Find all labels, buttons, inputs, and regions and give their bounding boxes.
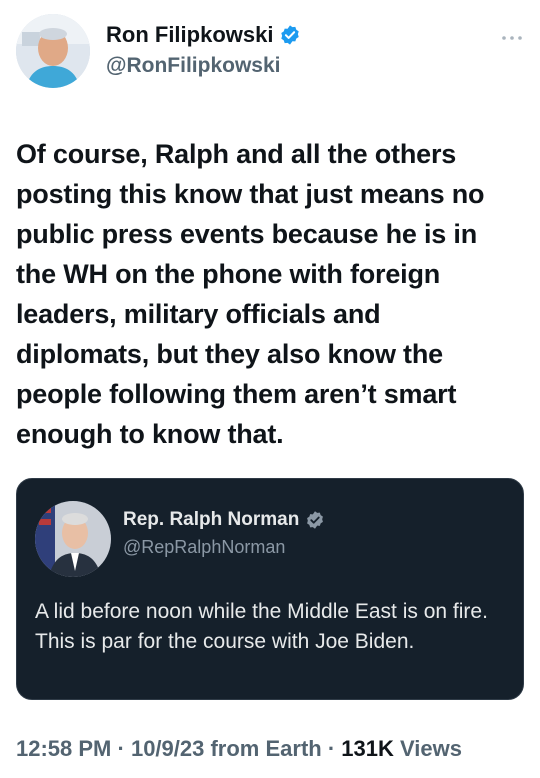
avatar-photo — [16, 14, 90, 88]
quoted-verified-badge-icon — [305, 510, 325, 530]
tweet-header: Ron Filipkowski @RonFilipkowski — [16, 14, 524, 94]
quoted-tweet-text: A lid before noon while the Middle East … — [35, 600, 488, 653]
quoted-tweet-card[interactable]: Rep. Ralph Norman @RepRalphNorman A lid … — [16, 478, 524, 700]
tweet-time[interactable]: 12:58 PM — [16, 736, 111, 761]
author-handle[interactable]: @RonFilipkowski — [106, 54, 301, 78]
more-dots-icon[interactable] — [500, 30, 524, 40]
author-display-name[interactable]: Ron Filipkowski — [106, 22, 301, 48]
tweet-source: from Earth — [204, 736, 322, 761]
quoted-author-avatar[interactable] — [35, 501, 111, 577]
author-display-name-text: Ron Filipkowski — [106, 22, 274, 47]
quoted-handle[interactable]: @RepRalphNorman — [123, 537, 325, 558]
tweet-meta: 12:58 PM · 10/9/23 from Earth · 131K Vie… — [16, 736, 524, 762]
tweet-text: Of course, Ralph and all the others post… — [16, 139, 485, 449]
meta-separator: · — [321, 736, 342, 761]
meta-separator: · — [111, 736, 131, 761]
author-name-block: Ron Filipkowski @RonFilipkowski — [106, 22, 301, 78]
quoted-name-block: Rep. Ralph Norman @RepRalphNorman — [123, 509, 325, 558]
author-avatar[interactable] — [16, 14, 90, 88]
quoted-display-name[interactable]: Rep. Ralph Norman — [123, 509, 325, 531]
views-count[interactable]: 131K — [341, 736, 394, 761]
verified-badge-icon — [279, 24, 301, 46]
tweet-date[interactable]: 10/9/23 — [131, 736, 204, 761]
quoted-display-name-text: Rep. Ralph Norman — [123, 509, 300, 530]
quoted-avatar-photo — [35, 501, 111, 577]
views-label: Views — [393, 736, 462, 761]
